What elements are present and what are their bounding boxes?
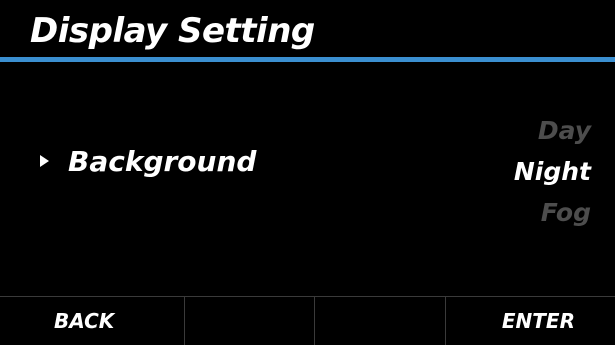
back-button[interactable]: BACK [0,297,185,345]
header-divider [0,57,615,62]
header-bar: Display Setting [0,0,615,56]
option-list: Day Night Fog [514,110,591,233]
page-title: Display Setting [30,4,315,58]
option-day[interactable]: Day [514,110,591,151]
setting-label: Background [68,140,256,184]
softkey-3[interactable] [315,297,446,345]
pointer-arrow-icon [40,155,49,167]
option-fog[interactable]: Fog [514,192,591,233]
option-night[interactable]: Night [514,151,591,192]
enter-button[interactable]: ENTER [446,297,615,345]
softkey-bar: BACK ENTER [0,296,615,345]
softkey-2[interactable] [185,297,316,345]
